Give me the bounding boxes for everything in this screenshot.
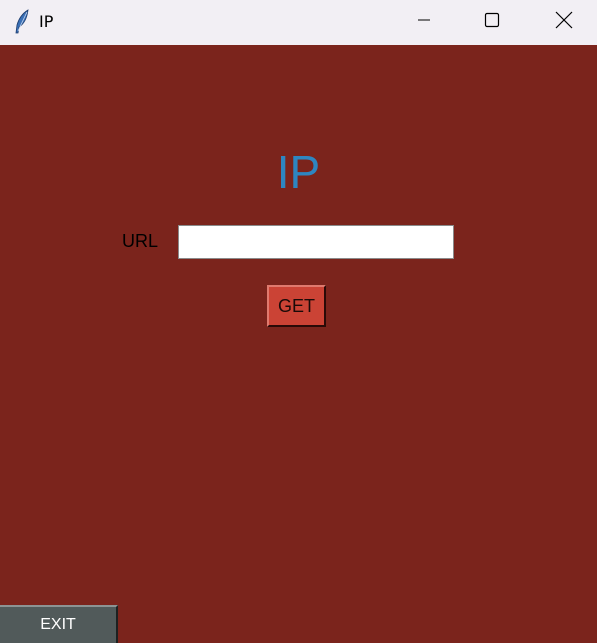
close-icon: [555, 11, 573, 34]
close-button[interactable]: [533, 0, 595, 45]
minimize-icon: [416, 12, 432, 33]
exit-button[interactable]: EXIT: [0, 605, 118, 643]
feather-icon: [13, 9, 31, 35]
maximize-button[interactable]: [461, 0, 523, 45]
title-bar[interactable]: IP: [0, 0, 597, 45]
main-panel: IP URL GET EXIT: [0, 45, 597, 643]
page-title: IP: [276, 146, 321, 198]
url-label: URL: [122, 231, 159, 251]
window-title: IP: [39, 12, 54, 31]
get-button[interactable]: GET: [267, 285, 326, 327]
minimize-button[interactable]: [393, 0, 455, 45]
url-input[interactable]: [178, 225, 454, 259]
maximize-icon: [484, 12, 500, 33]
app-window: IP IP URL GET EXIT: [0, 0, 597, 643]
